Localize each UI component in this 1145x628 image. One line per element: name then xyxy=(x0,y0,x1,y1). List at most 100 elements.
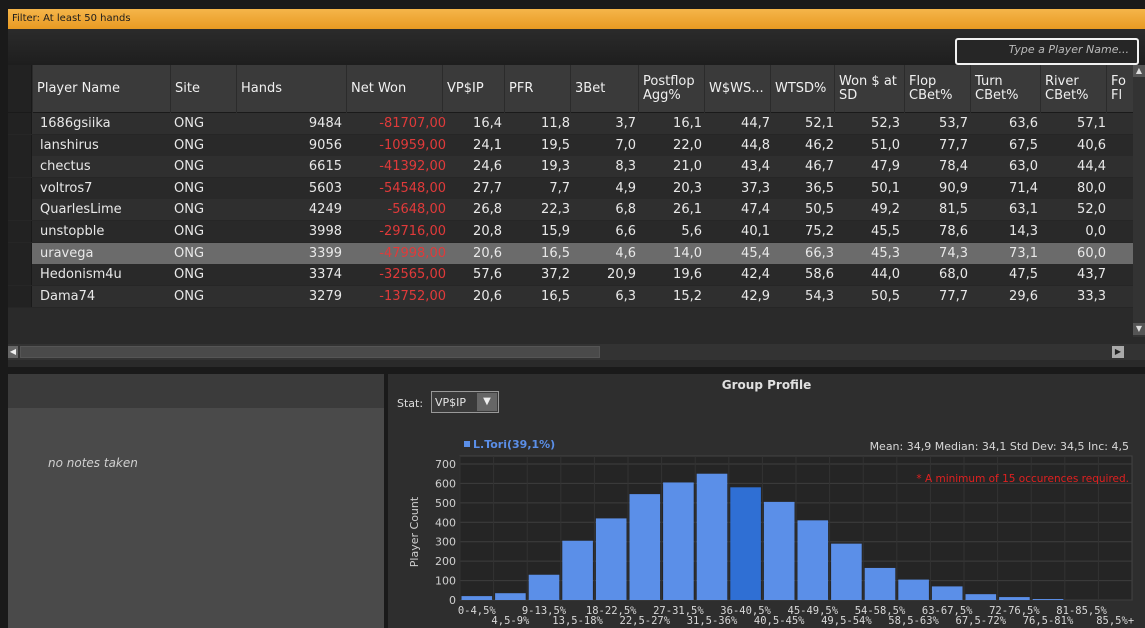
table-cell: -47998,00 xyxy=(379,245,446,261)
column-header[interactable]: PFR xyxy=(504,65,570,113)
column-header[interactable]: Turn CBet% xyxy=(970,65,1040,113)
table-row[interactable]: unstopble ONG 3998 -29716,00 20,8 15,9 6,6 5,6 4… xyxy=(8,221,1145,243)
chart-bar[interactable] xyxy=(461,596,493,600)
column-header[interactable]: Fo Fl xyxy=(1106,65,1133,113)
table-cell: 9484 xyxy=(308,116,342,131)
table-cell: ONG xyxy=(174,202,205,218)
column-header[interactable]: 3Bet xyxy=(570,65,638,113)
filter-label: Filter: At least 50 hands xyxy=(12,13,131,24)
chart-bar[interactable] xyxy=(864,567,896,600)
column-header[interactable]: Player Name xyxy=(32,65,166,113)
column-header[interactable]: Postflop Agg% xyxy=(638,65,704,113)
scroll-down-icon[interactable]: ▼ xyxy=(1133,323,1145,335)
scroll-up-icon[interactable]: ▲ xyxy=(1133,65,1145,77)
row-gutter xyxy=(8,65,32,112)
table-cell: 15,9 xyxy=(541,224,570,239)
table-cell: 63,6 xyxy=(1009,116,1038,131)
table-cell: 6,8 xyxy=(615,202,636,218)
chart-bar[interactable] xyxy=(898,579,929,600)
row-gutter xyxy=(8,264,32,286)
column-header[interactable]: Site xyxy=(170,65,236,113)
chart-bar[interactable] xyxy=(595,518,627,600)
filter-bar[interactable]: Filter: At least 50 hands xyxy=(8,9,1145,29)
column-header[interactable]: River CBet% xyxy=(1040,65,1106,113)
vertical-scrollbar[interactable]: ▲ ▼ xyxy=(1133,65,1145,337)
table-cell: 6,6 xyxy=(615,224,636,239)
scroll-right-icon[interactable]: ▶ xyxy=(1112,346,1124,358)
table-row[interactable]: QuarlesLime ONG 4249 -5648,00 26,8 22,3 6,8 26,… xyxy=(8,199,1145,222)
table-row[interactable]: 1686gsiika ONG 9484 -81707,00 16,4 11,8 3,7 16,… xyxy=(8,113,1145,135)
table-row[interactable]: voltros7 ONG 5603 -54548,00 27,7 7,7 4,9 20,3 37… xyxy=(8,177,1145,200)
chart-bar[interactable] xyxy=(831,543,862,600)
table-row[interactable]: Hedonism4u ONG 3374 -32565,00 57,6 37,2 20,9 19… xyxy=(8,264,1145,287)
table-cell: ONG xyxy=(174,245,205,261)
horizontal-scrollbar[interactable]: ◀ ▶ xyxy=(8,344,1145,360)
table-cell: ONG xyxy=(174,180,205,196)
group-profile-panel: Group Profile Stat: VP$IP ▼ 0 100 200 300 40… xyxy=(388,374,1145,628)
table-row[interactable]: Dama74 ONG 3279 -13752,00 20,6 16,5 6,3 15,2 42,… xyxy=(8,285,1145,308)
chart-bar[interactable] xyxy=(495,593,526,600)
scroll-left-icon[interactable]: ◀ xyxy=(8,346,18,358)
chart-bar[interactable] xyxy=(696,473,728,600)
table-row[interactable]: chectus ONG 6615 -41392,00 24,6 19,3 8,3 21,0 43… xyxy=(8,156,1145,179)
table-cell: -81707,00 xyxy=(379,116,446,131)
table-cell: 19,6 xyxy=(673,267,702,283)
column-header[interactable]: Flop CBet% xyxy=(904,65,970,113)
chart-bar[interactable] xyxy=(999,597,1030,600)
table-header: Player Name Site Hands Net Won VP$IP PFR 3Bet P… xyxy=(8,65,1145,113)
table-cell: 26,1 xyxy=(673,202,702,218)
table-cell: 37,2 xyxy=(541,267,570,283)
table-cell: 14,3 xyxy=(1009,224,1038,239)
player-stats-panel: Type a Player Name... Player Name Site Han… xyxy=(8,29,1145,367)
chart-bar[interactable] xyxy=(629,494,661,600)
chart-bar[interactable] xyxy=(663,482,694,600)
table-cell: 20,6 xyxy=(473,288,502,304)
table-cell: 77,7 xyxy=(939,288,968,304)
table-cell: 57,6 xyxy=(473,267,502,283)
scroll-thumb[interactable] xyxy=(20,346,600,358)
notes-text[interactable]: no notes taken xyxy=(48,456,138,470)
table-cell: 16,5 xyxy=(541,245,570,261)
player-search-input[interactable]: Type a Player Name... xyxy=(955,38,1139,65)
table-cell: ONG xyxy=(174,137,205,153)
table-cell: 63,0 xyxy=(1009,159,1038,175)
column-header[interactable]: WTSD% xyxy=(770,65,834,113)
table-row[interactable]: uravega ONG 3399 -47998,00 20,6 16,5 4,6 14,0 45… xyxy=(8,242,1145,265)
row-gutter xyxy=(8,113,32,134)
table-row[interactable]: lanshirus ONG 9056 -10959,00 24,1 19,5 7,0 22,0… xyxy=(8,134,1145,157)
row-gutter xyxy=(8,285,32,307)
column-header[interactable]: VP$IP xyxy=(442,65,504,113)
player-name-cell: lanshirus xyxy=(40,137,99,153)
chart-bar[interactable] xyxy=(528,574,560,600)
table-cell: 19,3 xyxy=(541,159,570,175)
chart-bar[interactable] xyxy=(730,487,761,600)
column-header[interactable]: W$WS... xyxy=(704,65,770,113)
table-cell: 33,3 xyxy=(1077,288,1106,304)
chart-bar[interactable] xyxy=(1032,599,1064,600)
table-cell: 3998 xyxy=(308,224,342,239)
table-cell: 45,3 xyxy=(871,245,900,261)
column-header[interactable]: Won $ at SD xyxy=(834,65,900,113)
table-cell: 44,0 xyxy=(871,267,900,283)
chart-bar[interactable] xyxy=(562,540,593,600)
chart-bar[interactable] xyxy=(797,520,829,600)
table-cell: 71,4 xyxy=(1009,180,1038,196)
column-header[interactable]: Net Won xyxy=(346,65,442,113)
player-name-cell: chectus xyxy=(40,159,91,175)
table-cell: 43,7 xyxy=(1077,267,1106,283)
table-cell: 50,5 xyxy=(871,288,900,304)
table-cell: 7,0 xyxy=(615,137,636,153)
column-header[interactable]: Hands xyxy=(236,65,344,113)
table-cell: 15,2 xyxy=(673,288,702,304)
table-cell: 20,6 xyxy=(473,245,502,261)
chart-bar[interactable] xyxy=(965,594,997,600)
table-cell: ONG xyxy=(174,159,205,175)
table-cell: 47,4 xyxy=(741,202,770,218)
chart-bar[interactable] xyxy=(931,586,963,600)
table-cell: 60,0 xyxy=(1077,245,1106,261)
table-cell: 24,1 xyxy=(473,137,502,153)
chart-bar[interactable] xyxy=(763,501,795,600)
table-cell: -32565,00 xyxy=(379,267,446,283)
table-cell: 16,4 xyxy=(473,116,502,131)
table-cell: 0,0 xyxy=(1085,224,1106,239)
